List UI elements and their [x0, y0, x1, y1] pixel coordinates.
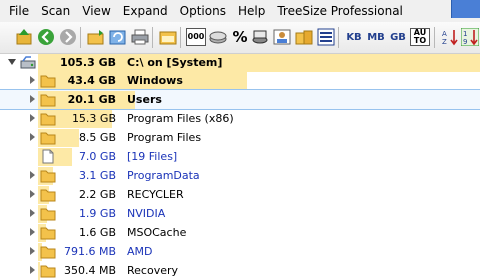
unit-auto-button[interactable]: AU TO: [410, 27, 430, 47]
toolbar-separator: [80, 27, 81, 48]
back-icon[interactable]: [36, 27, 56, 47]
kb-label: KB: [346, 31, 362, 43]
toolbar-separator: [180, 27, 181, 48]
svg-text:A: A: [442, 30, 447, 38]
window-close-button[interactable]: [451, 0, 480, 18]
menu-scan[interactable]: Scan: [36, 4, 75, 18]
row-name: Recovery: [127, 264, 179, 277]
row-size: 15.3 GB: [71, 112, 116, 125]
row-size: 7.0 GB: [78, 150, 116, 163]
row-size: 3.1 GB: [78, 169, 116, 182]
menu-file[interactable]: File: [4, 4, 34, 18]
expand-icon[interactable]: [30, 95, 35, 103]
expand-icon[interactable]: [30, 247, 35, 255]
row-size: 43.4 GB: [67, 74, 116, 87]
disk-space-icon[interactable]: [208, 27, 228, 47]
menu-expand[interactable]: Expand: [118, 4, 173, 18]
expand-icon[interactable]: [30, 133, 35, 141]
toolbar-separator: [338, 27, 339, 48]
row-name: [19 Files]: [127, 150, 178, 163]
expand-icon[interactable]: [30, 209, 35, 217]
expand-icon[interactable]: [30, 76, 35, 84]
tree-row[interactable]: 8.5 GB Program Files: [0, 128, 480, 147]
unit-mb-button[interactable]: MB: [366, 27, 386, 47]
tree-row[interactable]: 20.1 GB Users: [0, 89, 480, 110]
root-row[interactable]: 105.3 GB C:\ on [System]: [0, 53, 480, 72]
sort-by-size-icon[interactable]: 19: [460, 27, 480, 47]
toolbar-separator: [152, 27, 153, 48]
detail-view-icon[interactable]: [316, 27, 336, 47]
forward-icon[interactable]: [58, 27, 78, 47]
tree-row[interactable]: 3.1 GB ProgramData: [0, 166, 480, 185]
menu-treesize-professional[interactable]: TreeSize Professional: [272, 4, 408, 18]
row-size: 1.6 GB: [78, 226, 116, 239]
show-size-button[interactable]: 000: [186, 27, 206, 47]
print-icon[interactable]: [130, 27, 150, 47]
root-size: 105.3 GB: [59, 56, 116, 69]
row-size: 8.5 GB: [78, 131, 116, 144]
file-count-icon[interactable]: [250, 27, 270, 47]
row-size: 791.6 MB: [63, 245, 116, 258]
tree-row[interactable]: 791.6 MB AMD: [0, 242, 480, 261]
row-size: 1.9 GB: [78, 207, 116, 220]
svg-text:1: 1: [463, 30, 467, 38]
open-folder-icon[interactable]: [86, 27, 106, 47]
toolbar-separator: [434, 27, 435, 48]
row-size: 2.2 GB: [78, 188, 116, 201]
row-size: 20.1 GB: [67, 93, 116, 106]
gb-label: GB: [390, 31, 406, 43]
sort-by-name-icon[interactable]: AZ: [440, 27, 460, 47]
expand-icon[interactable]: [30, 171, 35, 179]
row-name: Windows: [127, 74, 183, 87]
svg-text:Z: Z: [442, 38, 447, 46]
unit-kb-button[interactable]: KB: [344, 27, 364, 47]
row-name: NVIDIA: [127, 207, 166, 220]
auto-label-bottom: TO: [413, 36, 427, 45]
zeros-label: 000: [186, 28, 206, 46]
menu-bar: File Scan View Expand Options Help TreeS…: [0, 0, 480, 22]
expand-icon[interactable]: [30, 114, 35, 122]
owner-icon[interactable]: [272, 27, 292, 47]
tree-row[interactable]: 2.2 GB RECYCLER: [0, 185, 480, 204]
row-name: ProgramData: [127, 169, 200, 182]
expand-icon[interactable]: [30, 190, 35, 198]
row-name: Program Files (x86): [127, 112, 234, 125]
row-name: Users: [127, 93, 162, 106]
toolbar: 000 % KB MB GB AU TO AZ 19: [0, 22, 480, 54]
svg-text:9: 9: [463, 38, 467, 46]
row-size: 350.4 MB: [63, 264, 116, 277]
expand-icon[interactable]: [30, 266, 35, 274]
root-path: C:\ on [System]: [127, 56, 223, 69]
auto-box: AU TO: [410, 28, 430, 46]
row-name: AMD: [127, 245, 153, 258]
folder-view-icon[interactable]: [158, 27, 178, 47]
menu-options[interactable]: Options: [175, 4, 231, 18]
tree-row[interactable]: 1.9 GB NVIDIA: [0, 204, 480, 223]
tree-row[interactable]: 1.6 GB MSOCache: [0, 223, 480, 242]
collapse-icon[interactable]: [8, 59, 16, 65]
drive-icon: [20, 56, 36, 69]
tree-row[interactable]: 350.4 MB Recovery: [0, 261, 480, 280]
percent-button[interactable]: %: [230, 27, 250, 47]
row-name: Program Files: [127, 131, 202, 144]
mb-label: MB: [367, 31, 385, 43]
percent-label: %: [232, 28, 248, 46]
row-name: MSOCache: [127, 226, 187, 239]
grouped-folders-icon[interactable]: [294, 27, 314, 47]
up-folder-icon[interactable]: [14, 27, 34, 47]
row-name: RECYCLER: [127, 188, 184, 201]
refresh-icon[interactable]: [108, 27, 128, 47]
menu-view[interactable]: View: [77, 4, 115, 18]
tree-row[interactable]: 7.0 GB [19 Files]: [0, 147, 480, 166]
tree-row[interactable]: 15.3 GB Program Files (x86): [0, 109, 480, 128]
menu-help[interactable]: Help: [233, 4, 270, 18]
expand-icon[interactable]: [30, 228, 35, 236]
unit-gb-button[interactable]: GB: [388, 27, 408, 47]
tree-row[interactable]: 43.4 GB Windows: [0, 71, 480, 90]
